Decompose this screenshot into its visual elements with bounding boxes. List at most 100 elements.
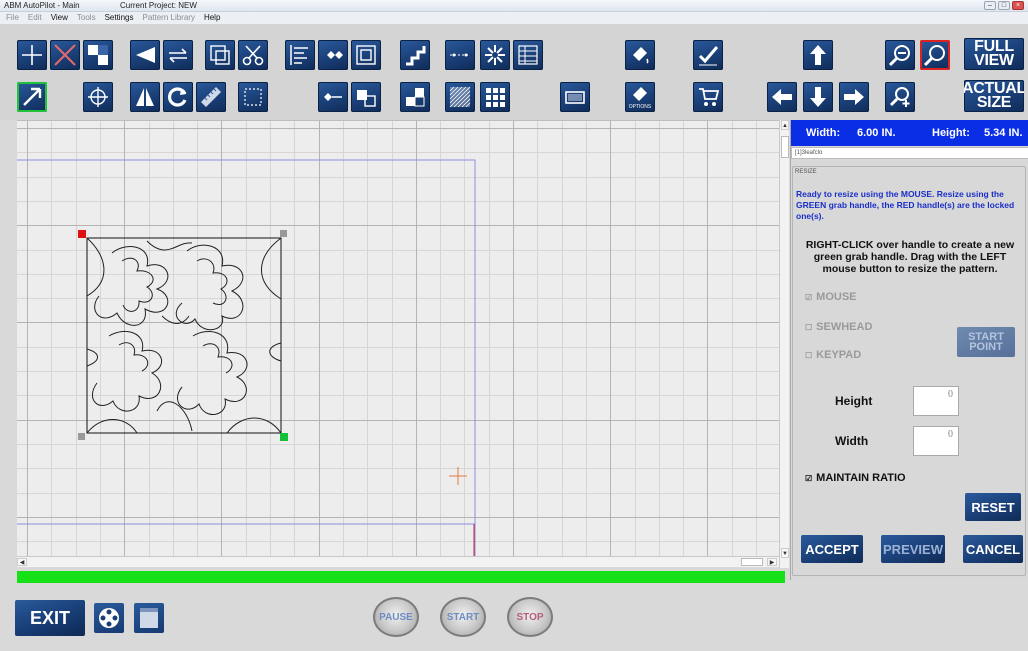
menu-file[interactable]: File [6, 12, 19, 24]
resize-hint-bold: LEFT [980, 251, 1007, 263]
arrow-right-icon[interactable] [839, 82, 869, 112]
stop-button[interactable]: STOP [507, 597, 553, 637]
arrow-up-icon[interactable] [803, 40, 833, 70]
target-icon[interactable] [83, 82, 113, 112]
preview-button[interactable]: PREVIEW [881, 535, 945, 563]
sewhead-option-label: SEWHEAD [816, 321, 873, 333]
sewhead-checkbox[interactable]: ☐ [805, 323, 812, 332]
progress-bar [17, 571, 785, 583]
close-button[interactable]: × [1012, 1, 1024, 10]
scroll-right-arrow[interactable]: ▶ [767, 558, 777, 566]
height-field-label: Height [835, 394, 873, 408]
horizontal-scroll-thumb[interactable] [741, 558, 763, 566]
options-icon[interactable]: OPTIONS [625, 82, 655, 112]
nodes-box-icon[interactable] [351, 82, 381, 112]
resize-box-icon[interactable] [205, 40, 235, 70]
width-value: 6.00 IN. [857, 127, 896, 139]
width-input[interactable]: 0 [913, 426, 959, 456]
mouse-option-label: MOUSE [816, 291, 857, 303]
menu-help[interactable]: Help [204, 12, 220, 24]
film-reel-icon[interactable] [94, 603, 124, 633]
dashed-box-icon[interactable] [238, 82, 268, 112]
cancel-button[interactable]: CANCEL [963, 535, 1023, 563]
title-bar: ABM AutoPilot - Main Current Project: NE… [0, 0, 1028, 12]
mirror-triangle-icon[interactable] [130, 82, 160, 112]
menu-view[interactable]: View [51, 12, 68, 24]
arrow-left-icon[interactable] [767, 82, 797, 112]
accept-button[interactable]: ACCEPT [801, 535, 863, 563]
handle-grab [280, 433, 288, 441]
scroll-down-arrow[interactable]: ▼ [781, 548, 789, 558]
menu-tools[interactable]: Tools [77, 12, 96, 24]
align-icon[interactable] [285, 40, 315, 70]
maintain-ratio-label: MAINTAIN RATIO [816, 472, 906, 484]
diamond-nodes-icon[interactable] [318, 40, 348, 70]
zoom-out-icon[interactable] [885, 40, 915, 70]
height-input[interactable]: 0 [913, 386, 959, 416]
full-view-button[interactable]: FULL VIEW [964, 38, 1024, 70]
nodes-left-icon[interactable] [318, 82, 348, 112]
keypad-checkbox[interactable]: ☐ [805, 351, 812, 360]
rotate-icon[interactable] [163, 82, 193, 112]
crosshair-add-icon[interactable] [17, 40, 47, 70]
width-field-label: Width [835, 434, 869, 448]
ruler-icon[interactable] [196, 82, 226, 112]
menu-pattern-library[interactable]: Pattern Library [142, 12, 194, 24]
height-value: 5.34 IN. [984, 127, 1023, 139]
window-icon[interactable] [134, 603, 164, 633]
actual-size-button[interactable]: ACTUAL SIZE [964, 80, 1024, 112]
resize-panel: Width: 6.00 IN. Height: 5.34 IN. [1]3lea… [790, 120, 1028, 580]
texture-icon[interactable] [445, 82, 475, 112]
zoom-in-icon[interactable] [920, 40, 950, 70]
pause-button[interactable]: PAUSE [373, 597, 419, 637]
resize-hint: RIGHT-CLICK over handle to create a new … [796, 239, 1024, 275]
exit-button[interactable]: EXIT [15, 600, 85, 636]
sewhead-option[interactable]: ☐ SEWHEAD [805, 321, 872, 333]
reset-button[interactable]: RESET [965, 493, 1021, 521]
line-points-icon[interactable] [445, 40, 475, 70]
vertical-scroll-thumb[interactable] [781, 136, 789, 158]
window-controls: – □ × [984, 1, 1024, 10]
pattern-canvas[interactable] [17, 120, 779, 556]
menu-edit[interactable]: Edit [28, 12, 42, 24]
stair-step-icon[interactable] [400, 40, 430, 70]
vertical-scrollbar[interactable]: ▲ ▼ [779, 120, 789, 568]
start-button[interactable]: START [440, 597, 486, 637]
panel-icon[interactable] [560, 82, 590, 112]
square-nodes-icon[interactable] [351, 40, 381, 70]
scroll-up-arrow[interactable]: ▲ [781, 120, 789, 130]
minimize-button[interactable]: – [984, 1, 996, 10]
star-burst-icon[interactable] [480, 40, 510, 70]
maximize-button[interactable]: □ [998, 1, 1010, 10]
project-title: Current Project: NEW [120, 1, 197, 10]
fill-bucket-icon[interactable] [625, 40, 655, 70]
mouse-option[interactable]: ☑ MOUSE [805, 291, 857, 303]
flip-arrows-icon[interactable] [163, 40, 193, 70]
grid-icon[interactable] [480, 82, 510, 112]
pointer-arrow-icon[interactable] [17, 82, 47, 112]
zoom-plus-icon[interactable] [885, 82, 915, 112]
grid-list-icon[interactable] [513, 40, 543, 70]
scroll-left-arrow[interactable]: ◀ [17, 558, 27, 566]
mouse-checkbox[interactable]: ☑ [805, 293, 812, 302]
maintain-ratio-checkbox[interactable]: ☑ [805, 474, 812, 483]
cart-icon[interactable] [693, 82, 723, 112]
delete-x-icon[interactable] [50, 40, 80, 70]
resize-hint-2: mouse button to resize the pattern. [822, 263, 998, 275]
resize-group-label: RESIZE [795, 169, 817, 175]
width-label: Width: [806, 127, 841, 139]
horizontal-scrollbar[interactable]: ◀ ▶ [17, 556, 779, 567]
scissors-icon[interactable] [238, 40, 268, 70]
arrow-down-icon[interactable] [803, 82, 833, 112]
menu-settings[interactable]: Settings [105, 12, 134, 24]
blocks-icon[interactable] [400, 82, 430, 112]
check-icon[interactable] [693, 40, 723, 70]
actual-size-label-2: SIZE [976, 94, 1012, 111]
start-point-button[interactable]: START POINT [957, 327, 1015, 357]
menu-bar: File Edit View Tools Settings Pattern Li… [0, 12, 1028, 24]
keypad-option[interactable]: ☐ KEYPAD [805, 349, 861, 361]
maintain-ratio-option[interactable]: ☑ MAINTAIN RATIO [805, 472, 906, 484]
checker-icon[interactable] [83, 40, 113, 70]
pattern-grid [17, 121, 779, 556]
mirror-arrow-icon[interactable] [130, 40, 160, 70]
